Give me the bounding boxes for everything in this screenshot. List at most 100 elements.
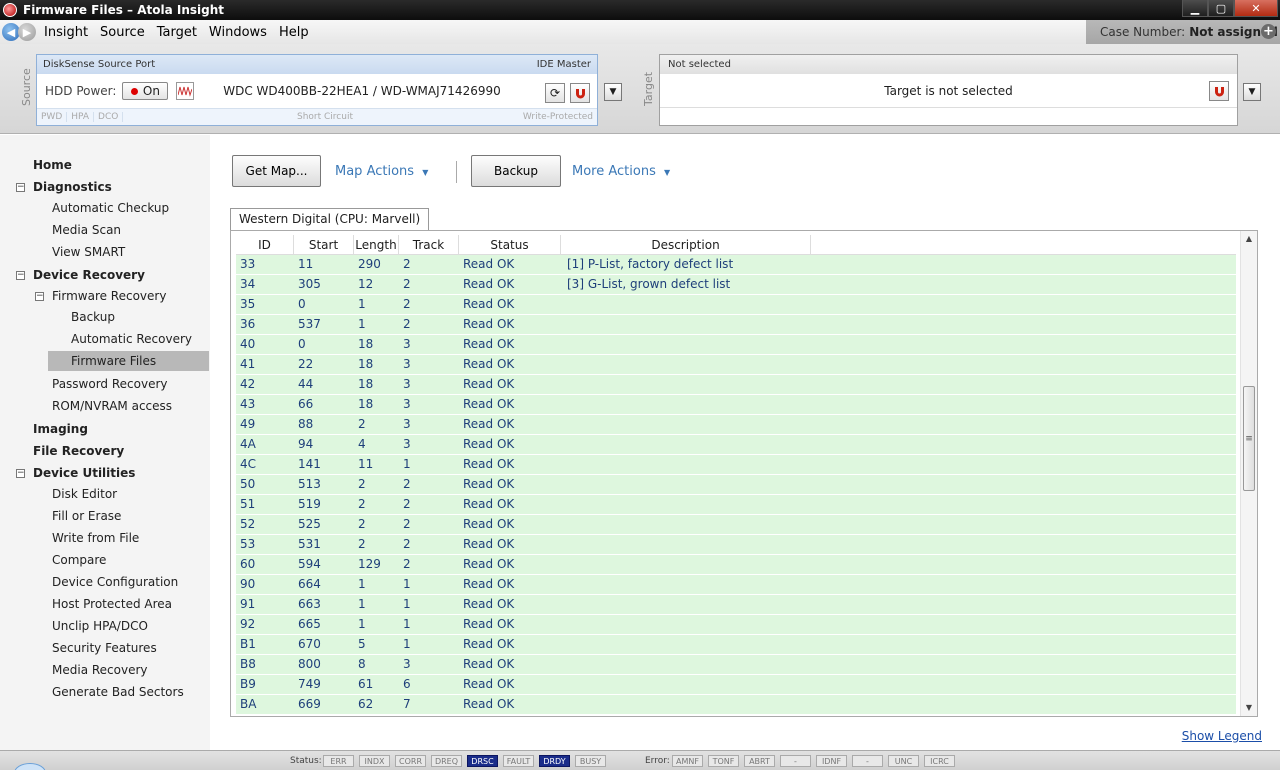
refresh-icon[interactable]: ⟳ — [545, 83, 565, 103]
scrollbar-thumb[interactable]: ≡ — [1243, 386, 1255, 491]
cell-description: [1] P-List, factory defect list — [567, 257, 734, 271]
col-id[interactable]: ID — [236, 235, 294, 254]
magnet-icon[interactable] — [570, 83, 590, 103]
error-indicator-icrc: ICRC — [924, 755, 955, 767]
nav-diagnostics[interactable]: Diagnostics — [33, 177, 112, 197]
table-row[interactable]: 50 513 2 2 Read OK — [236, 475, 1236, 495]
nav-file-recovery[interactable]: File Recovery — [33, 441, 124, 461]
cell-track: 6 — [403, 677, 411, 691]
collapse-diagnostics-icon[interactable]: − — [16, 183, 25, 192]
nav-unclip-hpa-dco[interactable]: Unclip HPA/DCO — [52, 616, 148, 636]
table-row[interactable]: 53 531 2 2 Read OK — [236, 535, 1236, 555]
menu-help[interactable]: Help — [279, 25, 309, 40]
target-dropdown-button[interactable]: ▼ — [1243, 83, 1261, 101]
table-row[interactable]: 52 525 2 2 Read OK — [236, 515, 1236, 535]
collapse-firmware-recovery-icon[interactable]: − — [35, 292, 44, 301]
menu-target[interactable]: Target — [157, 25, 197, 40]
cell-start: 11 — [298, 257, 314, 271]
cell-length: 2 — [358, 417, 366, 431]
table-row[interactable]: B8 800 8 3 Read OK — [236, 655, 1236, 675]
table-row[interactable]: 4A 94 4 3 Read OK — [236, 435, 1236, 455]
nav-compare[interactable]: Compare — [52, 550, 106, 570]
nav-password-recovery[interactable]: Password Recovery — [52, 374, 168, 394]
table-row[interactable]: 35 0 1 2 Read OK — [236, 295, 1236, 315]
table-row[interactable]: BA 669 62 7 Read OK — [236, 695, 1236, 715]
hdd-power-button[interactable]: On — [122, 82, 169, 100]
table-row[interactable]: 33 11 290 2 Read OK [1] P-List, factory defec… — [236, 255, 1236, 275]
table-row[interactable]: 4C 141 11 1 Read OK — [236, 455, 1236, 475]
toolbar-divider — [456, 161, 457, 183]
backup-button[interactable]: Backup — [471, 155, 561, 187]
table-scrollbar[interactable]: ▲ ≡ ▼ — [1240, 231, 1257, 716]
col-track[interactable]: Track — [399, 235, 459, 254]
table-row[interactable]: 43 66 18 3 Read OK — [236, 395, 1236, 415]
nav-view-smart[interactable]: View SMART — [52, 242, 125, 262]
nav-imaging[interactable]: Imaging — [33, 419, 88, 439]
menu-source[interactable]: Source — [100, 25, 145, 40]
table-row[interactable]: 91 663 1 1 Read OK — [236, 595, 1236, 615]
table-row[interactable]: 49 88 2 3 Read OK — [236, 415, 1236, 435]
nav-automatic-recovery[interactable]: Automatic Recovery — [71, 329, 192, 349]
minimize-button[interactable]: ▁ — [1182, 0, 1208, 17]
map-actions-menu[interactable]: Map Actions ▼ — [335, 164, 428, 179]
nav-automatic-checkup[interactable]: Automatic Checkup — [52, 198, 169, 218]
table-row[interactable]: 42 44 18 3 Read OK — [236, 375, 1236, 395]
show-legend-link[interactable]: Show Legend — [1182, 729, 1262, 743]
nav-write-from-file[interactable]: Write from File — [52, 528, 139, 548]
nav-security-features[interactable]: Security Features — [52, 638, 157, 658]
nav-home[interactable]: Home — [33, 155, 72, 175]
nav-device-utilities[interactable]: Device Utilities — [33, 463, 135, 483]
col-description[interactable]: Description — [561, 235, 811, 254]
maximize-button[interactable]: ▢ — [1208, 0, 1234, 17]
col-length[interactable]: Length — [354, 235, 399, 254]
nav-media-recovery[interactable]: Media Recovery — [52, 660, 148, 680]
more-actions-label: More Actions — [572, 164, 656, 179]
target-port-panel: Not selected Target is not selected — [659, 54, 1238, 126]
cell-id: B1 — [240, 637, 256, 651]
forward-arrow-icon[interactable]: ▶ — [18, 23, 36, 41]
table-row[interactable]: 34 305 12 2 Read OK [3] G-List, grown defect … — [236, 275, 1236, 295]
short-circuit-tag: Short Circuit — [297, 112, 353, 122]
table-row[interactable]: 51 519 2 2 Read OK — [236, 495, 1236, 515]
source-dropdown-button[interactable]: ▼ — [604, 83, 622, 101]
scroll-up-icon[interactable]: ▲ — [1241, 231, 1257, 247]
scroll-down-icon[interactable]: ▼ — [1241, 700, 1257, 716]
tab-western-digital[interactable]: Western Digital (CPU: Marvell) — [230, 208, 430, 230]
table-row[interactable]: 36 537 1 2 Read OK — [236, 315, 1236, 335]
menu-insight[interactable]: Insight — [44, 25, 88, 40]
nav-device-configuration[interactable]: Device Configuration — [52, 572, 178, 592]
collapse-device-utilities-icon[interactable]: − — [16, 469, 25, 478]
nav-host-protected-area[interactable]: Host Protected Area — [52, 594, 172, 614]
cell-status: Read OK — [463, 277, 515, 291]
nav-rom-nvram[interactable]: ROM/NVRAM access — [52, 396, 172, 416]
table-row[interactable]: 90 664 1 1 Read OK — [236, 575, 1236, 595]
table-row[interactable]: B1 670 5 1 Read OK — [236, 635, 1236, 655]
nav-disk-editor[interactable]: Disk Editor — [52, 484, 117, 504]
col-start[interactable]: Start — [294, 235, 354, 254]
close-button[interactable]: ✕ — [1234, 0, 1278, 17]
status-indicator-drsc: DRSC — [467, 755, 498, 767]
nav-firmware-recovery[interactable]: Firmware Recovery — [52, 286, 166, 306]
dco-tag: DCO — [94, 112, 124, 122]
table-row[interactable]: 41 22 18 3 Read OK — [236, 355, 1236, 375]
col-status[interactable]: Status — [459, 235, 561, 254]
target-magnet-icon[interactable] — [1209, 81, 1229, 101]
cell-length: 2 — [358, 517, 366, 531]
nav-media-scan[interactable]: Media Scan — [52, 220, 121, 240]
nav-fill-erase[interactable]: Fill or Erase — [52, 506, 121, 526]
nav-generate-bad-sectors[interactable]: Generate Bad Sectors — [52, 682, 184, 702]
table-row[interactable]: 40 0 18 3 Read OK — [236, 335, 1236, 355]
table-row[interactable]: 92 665 1 1 Read OK — [236, 615, 1236, 635]
nav-firmware-files[interactable]: Firmware Files — [48, 351, 209, 371]
table-row[interactable]: B9 749 61 6 Read OK — [236, 675, 1236, 695]
table-row[interactable]: 60 594 129 2 Read OK — [236, 555, 1236, 575]
menu-windows[interactable]: Windows — [209, 25, 267, 40]
collapse-device-recovery-icon[interactable]: − — [16, 271, 25, 280]
plus-icon[interactable]: + — [1261, 24, 1276, 39]
nav-device-recovery[interactable]: Device Recovery — [33, 265, 145, 285]
get-map-button[interactable]: Get Map... — [232, 155, 321, 187]
case-number[interactable]: Case Number: Not assigned + — [1086, 20, 1280, 44]
nav-backup[interactable]: Backup — [71, 307, 115, 327]
more-actions-menu[interactable]: More Actions ▼ — [572, 164, 670, 179]
cell-id: 41 — [240, 357, 256, 371]
